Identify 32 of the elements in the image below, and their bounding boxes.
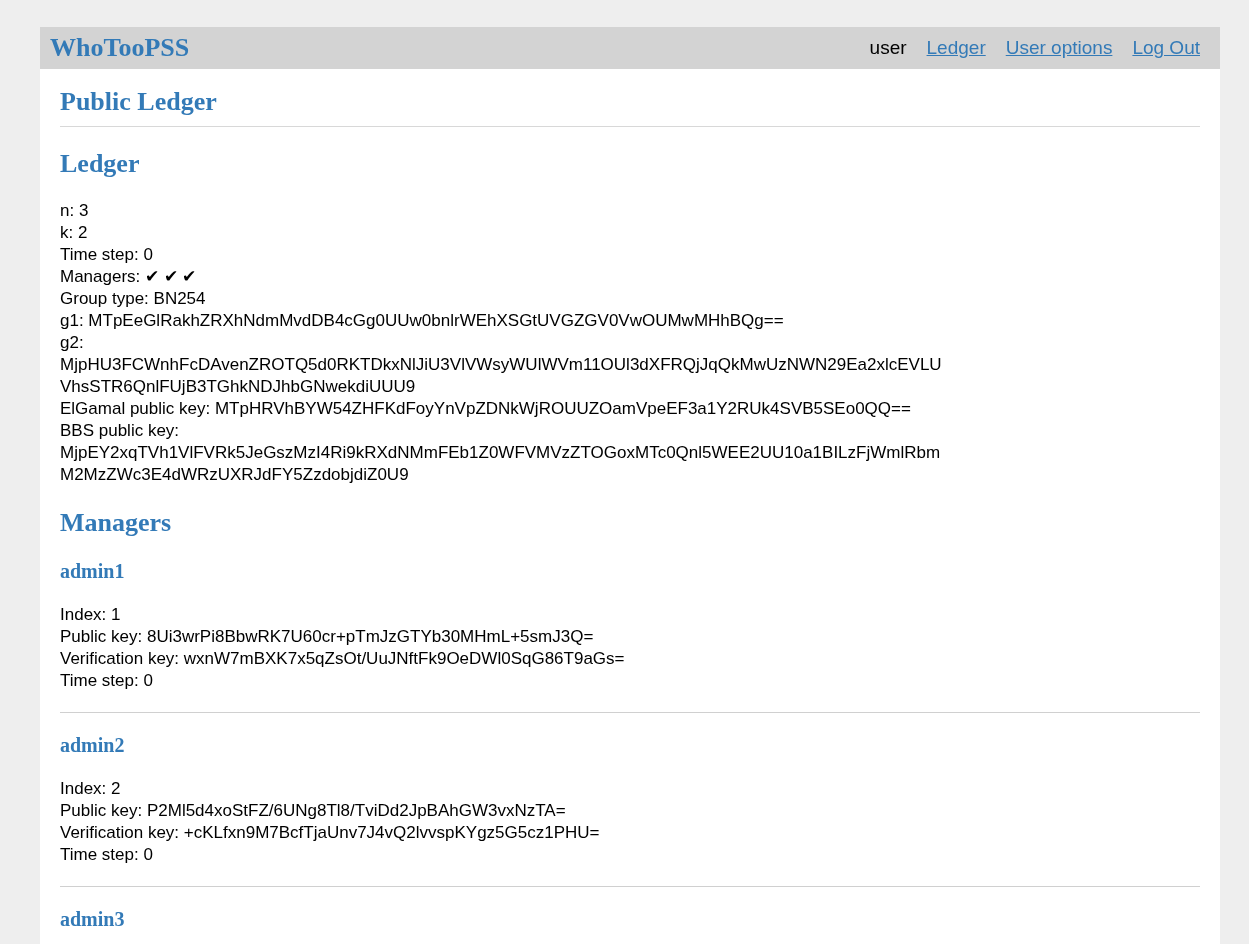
field-text: Public key: P2Ml5d4xoStFZ/6UNg8Tl8/TviDd2JpBAhGW3vxNzTA= bbox=[60, 800, 567, 822]
manager-name: admin3 bbox=[60, 907, 126, 931]
nav-link[interactable]: Log Out bbox=[1132, 37, 1200, 59]
field-value: M2MzZWc3E4dWRzUXRJdFY5ZzdobjdiZ0U9 bbox=[60, 464, 410, 486]
field-text: Time step: 0 bbox=[60, 670, 154, 692]
section-title: Managers bbox=[60, 508, 173, 538]
field-text: Public key: 8Ui3wrPi8BbwRK7U60cr+pTmJzGTYb30MHmL+5smJ3Q= bbox=[60, 626, 595, 648]
field-text: k: 2 bbox=[60, 222, 89, 244]
field-text: Index: 1 bbox=[60, 604, 122, 626]
section-title: Ledger bbox=[60, 149, 141, 179]
field-label: BBS public key: bbox=[60, 420, 181, 442]
field-text: Verification key: wxnW7mBXK7x5qZsOt/UuJNftFk9OeDWl0SqG86T9aGs= bbox=[60, 648, 626, 670]
field-text: Managers: ✔ ✔ ✔ bbox=[60, 266, 198, 288]
field-text: n: 3 bbox=[60, 200, 90, 222]
field-text: ElGamal public key: MTpHRVhBYW54ZHFKdFoyYnVpZDNkWjROUUZOamVpeEF3a1Y2RUk4SVB5SEo0QQ== bbox=[60, 398, 912, 420]
nav-link[interactable]: User options bbox=[1005, 37, 1113, 59]
field-text: Verification key: +cKLfxn9M7BcfTjaUnv7J4vQ2lvvspKYgz5G5cz1PHU= bbox=[60, 822, 601, 844]
field-text: Group type: BN254 bbox=[60, 288, 207, 310]
username: user bbox=[869, 37, 907, 59]
field-text: Time step: 0 bbox=[60, 244, 154, 266]
brand-title: WhoTooPSS bbox=[50, 33, 190, 63]
field-text: Index: 2 bbox=[60, 778, 122, 800]
field-value: MjpEY2xqTVh1VlFVRk5JeGszMzI4Ri9kRXdNMmFEb1Z0WFVMVzZTOGoxMTc0Qnl5WEE2UU10a1BILzFjWmlRbm bbox=[60, 442, 942, 464]
manager-name: admin1 bbox=[60, 559, 126, 583]
field-text: Time step: 0 bbox=[60, 844, 154, 866]
field-label: g2: bbox=[60, 332, 85, 354]
field-text: g1: MTpEeGlRakhZRXhNdmMvdDB4cGg0UUw0bnlrWEhXSGtUVGZGV0VwOUMwMHhBQg== bbox=[60, 310, 785, 332]
manager-name: admin2 bbox=[60, 733, 126, 757]
nav-link[interactable]: Ledger bbox=[926, 37, 986, 59]
field-value: VhsSTR6QnlFUjB3TGhkNDJhbGNwekdiUUU9 bbox=[60, 376, 417, 398]
field-value: MjpHU3FCWnhFcDAvenZROTQ5d0RKTDkxNlJiU3VlVWsyWUlWVm11OUl3dXFRQjJqQkMwUzNWN29Ea2xlcEVLU bbox=[60, 354, 943, 376]
page-title: Public Ledger bbox=[60, 87, 1200, 127]
